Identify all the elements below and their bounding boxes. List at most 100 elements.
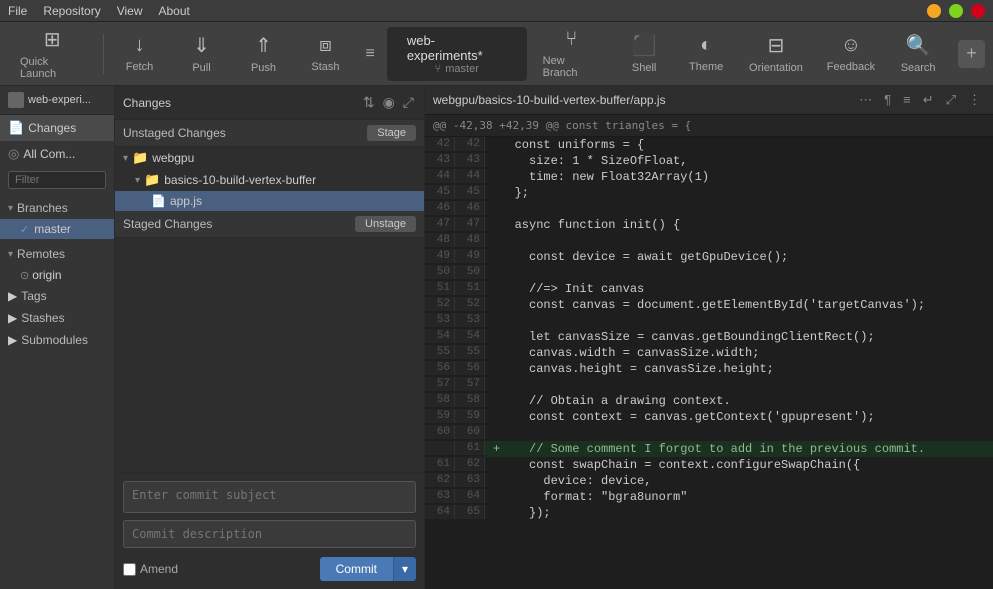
diff-line-num-new: 52 — [455, 297, 485, 311]
branches-label: Branches — [17, 201, 68, 215]
commit-button[interactable]: Commit — [320, 557, 393, 581]
diff-settings-icon[interactable]: ⋯ — [855, 90, 876, 110]
minimize-button[interactable]: − — [927, 4, 941, 18]
diff-line-num-old: 55 — [425, 345, 455, 359]
stage-button[interactable]: Stage — [367, 125, 416, 141]
pull-button[interactable]: ⇓ Pull — [171, 27, 231, 80]
theme-button[interactable]: ◐ Theme — [676, 28, 736, 79]
new-branch-icon: ⑂ — [565, 28, 577, 51]
folder-icon-1: 📁 — [132, 150, 148, 166]
repo-tab-name[interactable]: web-experiments* — [407, 33, 507, 63]
sort-icon[interactable]: ⇅ — [361, 92, 377, 113]
fetch-button[interactable]: ↓ Fetch — [109, 28, 169, 79]
feedback-label: Feedback — [827, 61, 875, 73]
diff-expand-icon[interactable]: ⤢ — [942, 90, 960, 110]
main-area: web-experi... 📄 Changes ◎ All Com... ▾ B… — [0, 86, 993, 589]
diff-line: 6364 format: "bgra8unorm" — [425, 489, 993, 505]
diff-line-num-new: 64 — [455, 489, 485, 503]
shell-button[interactable]: ⬛ Shell — [614, 27, 674, 80]
stashes-chevron: ▶ — [8, 311, 17, 325]
diff-line: 4242 const uniforms = { — [425, 137, 993, 153]
remotes-header[interactable]: ▾ Remotes — [0, 243, 114, 265]
expand-icon[interactable]: ⤢ — [401, 92, 416, 113]
quick-launch-button[interactable]: ⊞ Quick Launch — [8, 21, 97, 86]
diff-line: 5151 //=> Init canvas — [425, 281, 993, 297]
diff-line-num-new: 47 — [455, 217, 485, 231]
stash-button[interactable]: ⧈ Stash — [295, 28, 355, 79]
diff-line-num-new: 42 — [455, 137, 485, 151]
diff-line-content — [485, 265, 993, 281]
tags-section[interactable]: ▶ Tags — [0, 285, 114, 307]
folder-basics[interactable]: ▾ 📁 basics-10-build-vertex-buffer — [115, 169, 424, 191]
diff-line-num-old: 48 — [425, 233, 455, 247]
amend-label: Amend — [123, 562, 178, 576]
diff-line-num-old: 62 — [425, 473, 455, 487]
commit-btn-group: Commit ▾ — [320, 557, 416, 581]
eye-icon[interactable]: ◉ — [381, 92, 397, 113]
add-tab-button[interactable]: + — [958, 40, 985, 68]
diff-line-content: //=> Init canvas — [485, 281, 993, 297]
diff-line: 5656 canvas.height = canvasSize.height; — [425, 361, 993, 377]
diff-line-nums: 4343 — [425, 153, 485, 167]
commit-dropdown-button[interactable]: ▾ — [393, 557, 416, 581]
commit-description-input[interactable] — [123, 520, 416, 548]
diff-line: 6060 — [425, 425, 993, 441]
commit-area: Amend Commit ▾ — [115, 472, 424, 589]
menu-view[interactable]: View — [117, 4, 143, 18]
center-panel: Changes ⇅ ◉ ⤢ Unstaged Changes Stage ▾ 📁… — [115, 86, 425, 589]
diff-line: 4747 async function init() { — [425, 217, 993, 233]
close-button[interactable]: ✕ — [971, 4, 985, 18]
changes-icon: 📄 — [8, 120, 24, 136]
filter-input[interactable] — [8, 171, 106, 189]
branches-header[interactable]: ▾ Branches — [0, 197, 114, 219]
diff-line-num-new: 63 — [455, 473, 485, 487]
stashes-section[interactable]: ▶ Stashes — [0, 307, 114, 329]
diff-line-content: canvas.width = canvasSize.width; — [485, 345, 993, 361]
push-button[interactable]: ⇑ Push — [233, 27, 293, 80]
submodules-chevron: ▶ — [8, 333, 17, 347]
diff-line-num-old: 61 — [425, 457, 455, 471]
diff-line: 5555 canvas.width = canvasSize.width; — [425, 345, 993, 361]
diff-line-num-old: 59 — [425, 409, 455, 423]
sidebar-item-master[interactable]: ✓ master — [0, 219, 114, 239]
folder-webgpu[interactable]: ▾ 📁 webgpu — [115, 147, 424, 169]
sidebar-item-allcommits[interactable]: ◎ All Com... — [0, 141, 114, 167]
submodules-section[interactable]: ▶ Submodules — [0, 329, 114, 351]
diff-line-nums: 4848 — [425, 233, 485, 247]
menu-file[interactable]: File — [8, 4, 27, 18]
amend-checkbox[interactable] — [123, 563, 136, 576]
commit-subject-input[interactable] — [123, 481, 416, 513]
diff-line-num-old: 46 — [425, 201, 455, 215]
folder-label-webgpu: webgpu — [152, 151, 194, 165]
submodules-label: Submodules — [21, 333, 88, 347]
diff-line-content: // Obtain a drawing context. — [485, 393, 993, 409]
stash-label: Stash — [311, 61, 339, 73]
diff-line-nums: 6263 — [425, 473, 485, 487]
sidebar: web-experi... 📄 Changes ◎ All Com... ▾ B… — [0, 86, 115, 589]
search-button[interactable]: 🔍 Search — [888, 27, 948, 80]
file-item-appjs[interactable]: 📄 app.js — [115, 191, 424, 211]
diff-paragraph-icon[interactable]: ¶ — [880, 90, 895, 110]
unstage-button[interactable]: Unstage — [355, 216, 416, 232]
commits-icon: ◎ — [8, 146, 19, 162]
diff-align-icon[interactable]: ≡ — [899, 90, 915, 110]
theme-label: Theme — [689, 61, 723, 73]
orientation-button[interactable]: ⊟ Orientation — [738, 27, 814, 80]
menu-repository[interactable]: Repository — [43, 4, 100, 18]
feedback-button[interactable]: ☺ Feedback — [816, 28, 886, 79]
menu-about[interactable]: About — [159, 4, 190, 18]
diff-line-content — [485, 313, 993, 329]
maximize-button[interactable]: □ — [949, 4, 963, 18]
diff-line-content — [485, 233, 993, 249]
sidebar-item-changes[interactable]: 📄 Changes — [0, 115, 114, 141]
diff-line: 5353 — [425, 313, 993, 329]
diff-line-num-old: 57 — [425, 377, 455, 391]
sidebar-item-origin[interactable]: ⊙ origin — [0, 265, 114, 285]
commit-footer: Amend Commit ▾ — [123, 557, 416, 581]
toolbar-menu-button[interactable]: ≡ — [357, 41, 382, 67]
new-branch-button[interactable]: ⑂ New Branch — [531, 22, 612, 85]
diff-line: 5252 const canvas = document.getElementB… — [425, 297, 993, 313]
diff-line-num-new: 46 — [455, 201, 485, 215]
diff-wrap-icon[interactable]: ↵ — [919, 90, 938, 110]
diff-more-icon[interactable]: ⋮ — [964, 90, 985, 110]
